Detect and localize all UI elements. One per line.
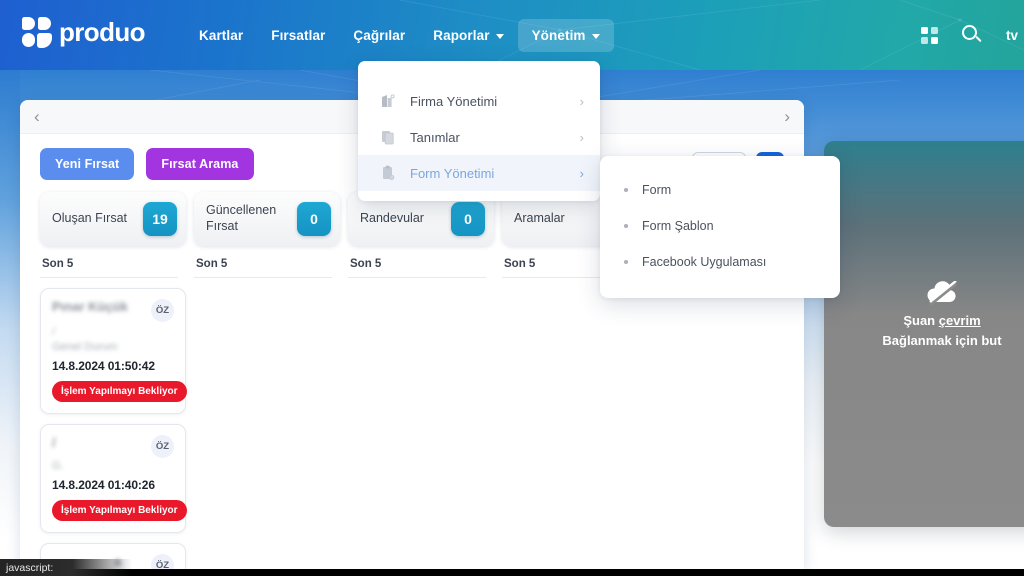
company-icon <box>382 94 395 107</box>
top-navigation-bar: produo Kartlar Fırsatlar Çağrılar Raporl… <box>0 0 1024 70</box>
nav-label: Raporlar <box>433 27 490 43</box>
collapse-left-chevron-icon[interactable]: ‹ <box>34 108 40 125</box>
column-olusan-firsat: Oluşan Fırsat 19 Son 5 Pınar Küçük ÖZ / … <box>40 192 194 570</box>
submenu-item-label: Form Şablon <box>642 219 714 233</box>
nav-item-raporlar[interactable]: Raporlar <box>419 19 517 52</box>
nav-label: Kartlar <box>199 27 244 43</box>
offline-line-2: Bağlanmak için but <box>882 332 1002 348</box>
chevron-down-icon <box>495 33 504 39</box>
list-item[interactable]: / ÖZ G. 14.8.2024 01:40:26 İşlem Yapılma… <box>40 424 187 533</box>
browser-status-bar: javascript: <box>0 559 132 576</box>
app-root: produo Kartlar Fırsatlar Çağrılar Raporl… <box>0 0 1024 576</box>
brand-logo[interactable]: produo <box>22 17 146 48</box>
list-item-subtitle-2: Genel Durum <box>52 341 118 353</box>
header-actions: tv <box>921 0 1024 70</box>
stat-count-badge: 0 <box>297 202 331 236</box>
column-guncellenen-firsat: Güncellenen Fırsat 0 Son 5 <box>194 192 348 570</box>
search-icon[interactable] <box>962 25 982 45</box>
cloud-offline-icon <box>927 281 957 307</box>
offline-message: Şuan çevrim Bağlanmak için but <box>824 311 1024 350</box>
chevron-right-icon: › <box>579 165 584 181</box>
stat-card[interactable]: Güncellenen Fırsat 0 <box>194 192 340 246</box>
yonetim-dropdown-menu: Firma Yönetimi › Tanımlar › Form Yönetim… <box>358 61 600 201</box>
chevron-right-icon: › <box>579 129 584 145</box>
nav-item-kartlar[interactable]: Kartlar <box>185 19 257 52</box>
brand-logo-text: produo <box>59 17 146 47</box>
list-item[interactable]: Pınar Küçük ÖZ / Genel Durum 14.8.2024 0… <box>40 288 187 414</box>
submenu-item-form[interactable]: Form <box>600 172 840 208</box>
submenu-item-label: Form <box>642 183 672 197</box>
bullet-icon <box>624 260 628 264</box>
stat-count-badge: 0 <box>451 202 485 236</box>
stat-card[interactable]: Oluşan Fırsat 19 <box>40 192 186 246</box>
collapse-right-chevron-icon[interactable]: › <box>784 108 790 125</box>
menu-item-label: Firma Yönetimi <box>410 93 498 109</box>
recent-label: Son 5 <box>40 246 178 278</box>
menu-item-label: Form Yönetimi <box>410 165 495 181</box>
menu-item-form-yonetimi[interactable]: Form Yönetimi › <box>358 155 600 191</box>
menu-item-firma-yonetimi[interactable]: Firma Yönetimi › <box>358 83 600 119</box>
submenu-item-facebook-uygulamasi[interactable]: Facebook Uygulaması <box>600 244 840 280</box>
stat-count-badge: 19 <box>143 202 177 236</box>
stat-label: Oluşan Fırsat <box>52 211 128 226</box>
recent-list: Pınar Küçük ÖZ / Genel Durum 14.8.2024 0… <box>40 278 187 570</box>
chat-widget-panel[interactable]: Şuan çevrim Bağlanmak için but <box>824 141 1024 527</box>
list-item-date: 14.8.2024 01:50:42 <box>52 359 155 373</box>
avatar: ÖZ <box>151 554 174 570</box>
stat-label: Güncellenen Fırsat <box>206 203 277 233</box>
nav-item-firsatlar[interactable]: Fırsatlar <box>257 19 339 52</box>
user-menu-label[interactable]: tv <box>1006 28 1020 43</box>
left-gradient-strip <box>0 70 20 540</box>
nav-item-yonetim[interactable]: Yönetim <box>517 18 614 52</box>
avatar: ÖZ <box>151 299 174 322</box>
avatar: ÖZ <box>151 435 174 458</box>
recent-label: Son 5 <box>348 246 486 278</box>
list-item-name: / <box>52 435 56 450</box>
chevron-down-icon <box>591 33 600 39</box>
recent-label: Son 5 <box>194 246 332 278</box>
submenu-item-label: Facebook Uygulaması <box>642 255 767 269</box>
chevron-right-icon: › <box>579 93 584 109</box>
list-item-date: 14.8.2024 01:40:26 <box>52 478 155 492</box>
offline-line-1: Şuan çevrim <box>903 313 981 328</box>
list-item-name: Pınar Küçük <box>52 299 128 314</box>
documents-icon <box>382 131 394 145</box>
menu-item-tanimlar[interactable]: Tanımlar › <box>358 119 600 155</box>
list-item-subtitle-1: / <box>52 326 56 338</box>
column-randevular: Randevular 0 Son 5 <box>348 192 502 570</box>
bullet-icon <box>624 224 628 228</box>
submenu-item-form-sablon[interactable]: Form Şablon <box>600 208 840 244</box>
new-opportunity-button[interactable]: Yeni Fırsat <box>40 148 135 180</box>
nav-label: Fırsatlar <box>271 27 326 43</box>
status-badge: İşlem Yapılmayı Bekliyor <box>52 500 187 521</box>
stat-label: Aramalar <box>514 211 565 226</box>
clipboard-icon <box>383 165 395 180</box>
form-yonetimi-submenu: Form Form Şablon Facebook Uygulaması <box>600 156 840 298</box>
bullet-icon <box>624 188 628 192</box>
menu-item-label: Tanımlar <box>410 129 460 145</box>
stat-label: Randevular <box>360 211 424 226</box>
nav-label: Çağrılar <box>353 27 406 43</box>
nav-label: Yönetim <box>531 27 586 43</box>
nav-item-cagrilar[interactable]: Çağrılar <box>339 19 419 52</box>
search-opportunity-button[interactable]: Fırsat Arama <box>146 148 254 180</box>
main-nav: Kartlar Fırsatlar Çağrılar Raporlar Yöne… <box>185 0 614 70</box>
status-badge: İşlem Yapılmayı Bekliyor <box>52 381 187 402</box>
list-item-subtitle-2: G. <box>52 460 64 472</box>
bottom-black-strip <box>0 569 1024 576</box>
apps-grid-icon[interactable] <box>921 26 938 44</box>
produo-logo-icon <box>22 17 52 48</box>
